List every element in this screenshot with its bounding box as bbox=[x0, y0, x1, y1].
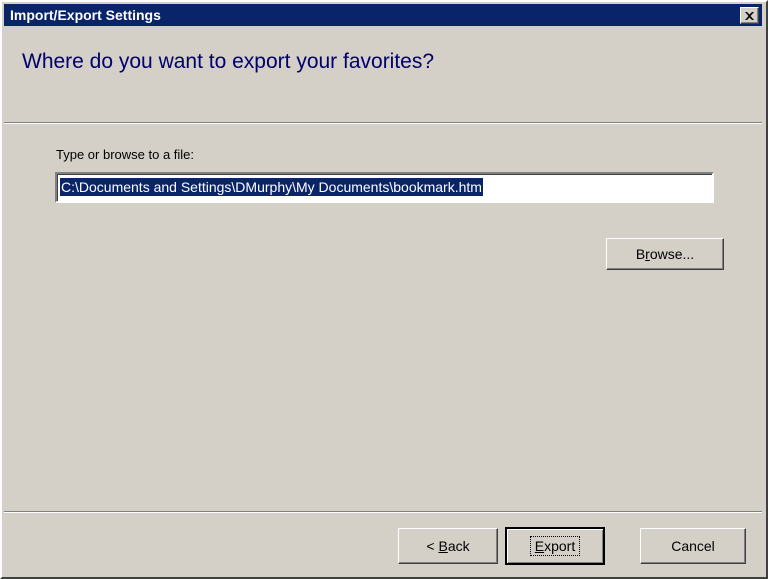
export-button[interactable]: Export bbox=[505, 527, 605, 565]
cancel-button[interactable]: Cancel bbox=[640, 528, 746, 564]
wizard-header: Where do you want to export your favorit… bbox=[4, 26, 762, 122]
window-title: Import/Export Settings bbox=[10, 7, 161, 23]
page-title: Where do you want to export your favorit… bbox=[22, 50, 435, 73]
export-button-label: Export bbox=[529, 536, 581, 556]
back-button-label: < Back bbox=[426, 538, 470, 554]
file-path-value: C:\Documents and Settings\DMurphy\My Doc… bbox=[59, 177, 484, 197]
close-x-icon bbox=[745, 11, 754, 20]
file-field-label: Type or browse to a file: bbox=[56, 147, 195, 162]
cancel-button-label: Cancel bbox=[671, 538, 715, 554]
browse-button[interactable]: Browse... bbox=[606, 238, 724, 270]
close-button[interactable] bbox=[740, 7, 759, 24]
footer-divider bbox=[4, 511, 762, 513]
browse-button-label: Browse... bbox=[635, 246, 695, 262]
header-divider bbox=[4, 122, 762, 124]
back-button[interactable]: < Back bbox=[398, 528, 498, 564]
title-bar[interactable]: Import/Export Settings bbox=[4, 4, 762, 26]
import-export-dialog: Import/Export Settings Where do you want… bbox=[0, 0, 768, 579]
file-path-input[interactable]: C:\Documents and Settings\DMurphy\My Doc… bbox=[55, 172, 714, 203]
